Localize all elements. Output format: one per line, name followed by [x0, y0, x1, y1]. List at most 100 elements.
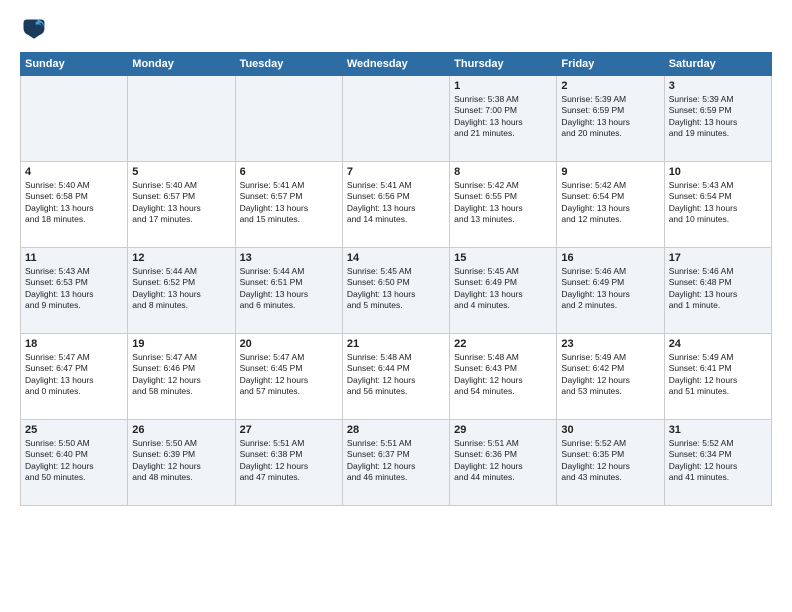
day-number: 13: [240, 252, 338, 264]
cell-info: Sunrise: 5:50 AM Sunset: 6:39 PM Dayligh…: [132, 438, 230, 484]
calendar-cell: 8Sunrise: 5:42 AM Sunset: 6:55 PM Daylig…: [450, 162, 557, 248]
week-row-2: 4Sunrise: 5:40 AM Sunset: 6:58 PM Daylig…: [21, 162, 772, 248]
calendar-cell: 26 Sunrise: 5:50 AM Sunset: 6:39 PM Dayli…: [128, 420, 235, 506]
cell-info: Sunrise: 5:39 AM Sunset: 6:59 PM Dayligh…: [669, 94, 767, 140]
header-cell-wednesday: Wednesday: [342, 53, 449, 76]
day-number: 12: [132, 252, 230, 264]
calendar-cell: 7 Sunrise: 5:41 AM Sunset: 6:56 PM Daylig…: [342, 162, 449, 248]
calendar-cell: 6 Sunrise: 5:41 AM Sunset: 6:57 PM Daylig…: [235, 162, 342, 248]
calendar-cell: 30 Sunrise: 5:52 AM Sunset: 6:35 PM Dayli…: [557, 420, 664, 506]
calendar-cell: 10 Sunrise: 5:43 AM Sunset: 6:54 PM Dayli…: [664, 162, 771, 248]
calendar-cell: 16 Sunrise: 5:46 AM Sunset: 6:49 PM Dayli…: [557, 248, 664, 334]
cell-info: Sunrise: 5:47 AM Sunset: 6:47 PM Dayligh…: [25, 352, 123, 398]
calendar-cell: 31 Sunrise: 5:52 AM Sunset: 6:34 PM Dayli…: [664, 420, 771, 506]
day-number: 30: [561, 424, 659, 436]
cell-info: Sunrise: 5:40 AM Sunset: 6:57 PM Dayligh…: [132, 180, 230, 226]
header: [20, 16, 772, 44]
calendar-cell: 27Sunrise: 5:51 AM Sunset: 6:38 PM Dayli…: [235, 420, 342, 506]
calendar-cell: 29 Sunrise: 5:51 AM Sunset: 6:36 PM Dayli…: [450, 420, 557, 506]
header-row: SundayMondayTuesdayWednesdayThursdayFrid…: [21, 53, 772, 76]
day-number: 28: [347, 424, 445, 436]
cell-info: Sunrise: 5:38 AM Sunset: 7:00 PM Dayligh…: [454, 94, 552, 140]
header-cell-tuesday: Tuesday: [235, 53, 342, 76]
calendar-cell: 19 Sunrise: 5:47 AM Sunset: 6:46 PM Dayli…: [128, 334, 235, 420]
day-number: 6: [240, 166, 338, 178]
cell-info: Sunrise: 5:41 AM Sunset: 6:57 PM Dayligh…: [240, 180, 338, 226]
calendar-cell: 20 Sunrise: 5:47 AM Sunset: 6:45 PM Dayli…: [235, 334, 342, 420]
calendar-cell: 25 Sunrise: 5:50 AM Sunset: 6:40 PM Dayli…: [21, 420, 128, 506]
header-cell-friday: Friday: [557, 53, 664, 76]
calendar-cell: [342, 76, 449, 162]
day-number: 3: [669, 80, 767, 92]
calendar-body: 1 Sunrise: 5:38 AM Sunset: 7:00 PM Daylig…: [21, 76, 772, 506]
calendar-cell: 23Sunrise: 5:49 AM Sunset: 6:42 PM Dayli…: [557, 334, 664, 420]
day-number: 9: [561, 166, 659, 178]
header-cell-sunday: Sunday: [21, 53, 128, 76]
cell-info: Sunrise: 5:52 AM Sunset: 6:34 PM Dayligh…: [669, 438, 767, 484]
cell-info: Sunrise: 5:49 AM Sunset: 6:42 PM Dayligh…: [561, 352, 659, 398]
cell-info: Sunrise: 5:46 AM Sunset: 6:49 PM Dayligh…: [561, 266, 659, 312]
cell-info: Sunrise: 5:50 AM Sunset: 6:40 PM Dayligh…: [25, 438, 123, 484]
calendar-cell: 24Sunrise: 5:49 AM Sunset: 6:41 PM Dayli…: [664, 334, 771, 420]
calendar-page: SundayMondayTuesdayWednesdayThursdayFrid…: [0, 0, 792, 612]
day-number: 25: [25, 424, 123, 436]
calendar-cell: 4Sunrise: 5:40 AM Sunset: 6:58 PM Daylig…: [21, 162, 128, 248]
day-number: 26: [132, 424, 230, 436]
calendar-cell: 11 Sunrise: 5:43 AM Sunset: 6:53 PM Dayli…: [21, 248, 128, 334]
day-number: 19: [132, 338, 230, 350]
calendar-cell: [128, 76, 235, 162]
day-number: 18: [25, 338, 123, 350]
cell-info: Sunrise: 5:41 AM Sunset: 6:56 PM Dayligh…: [347, 180, 445, 226]
day-number: 21: [347, 338, 445, 350]
calendar-cell: 3 Sunrise: 5:39 AM Sunset: 6:59 PM Daylig…: [664, 76, 771, 162]
day-number: 14: [347, 252, 445, 264]
week-row-3: 11 Sunrise: 5:43 AM Sunset: 6:53 PM Dayli…: [21, 248, 772, 334]
calendar-cell: 14Sunrise: 5:45 AM Sunset: 6:50 PM Dayli…: [342, 248, 449, 334]
calendar-cell: 9 Sunrise: 5:42 AM Sunset: 6:54 PM Daylig…: [557, 162, 664, 248]
calendar-cell: 18 Sunrise: 5:47 AM Sunset: 6:47 PM Dayli…: [21, 334, 128, 420]
day-number: 15: [454, 252, 552, 264]
day-number: 5: [132, 166, 230, 178]
calendar-cell: 5 Sunrise: 5:40 AM Sunset: 6:57 PM Daylig…: [128, 162, 235, 248]
calendar-cell: 21Sunrise: 5:48 AM Sunset: 6:44 PM Dayli…: [342, 334, 449, 420]
week-row-4: 18 Sunrise: 5:47 AM Sunset: 6:47 PM Dayli…: [21, 334, 772, 420]
day-number: 10: [669, 166, 767, 178]
cell-info: Sunrise: 5:39 AM Sunset: 6:59 PM Dayligh…: [561, 94, 659, 140]
calendar-cell: 28 Sunrise: 5:51 AM Sunset: 6:37 PM Dayli…: [342, 420, 449, 506]
week-row-1: 1 Sunrise: 5:38 AM Sunset: 7:00 PM Daylig…: [21, 76, 772, 162]
day-number: 7: [347, 166, 445, 178]
day-number: 27: [240, 424, 338, 436]
cell-info: Sunrise: 5:47 AM Sunset: 6:46 PM Dayligh…: [132, 352, 230, 398]
cell-info: Sunrise: 5:47 AM Sunset: 6:45 PM Dayligh…: [240, 352, 338, 398]
cell-info: Sunrise: 5:43 AM Sunset: 6:54 PM Dayligh…: [669, 180, 767, 226]
cell-info: Sunrise: 5:43 AM Sunset: 6:53 PM Dayligh…: [25, 266, 123, 312]
cell-info: Sunrise: 5:49 AM Sunset: 6:41 PM Dayligh…: [669, 352, 767, 398]
calendar-cell: 17Sunrise: 5:46 AM Sunset: 6:48 PM Dayli…: [664, 248, 771, 334]
calendar-cell: 15Sunrise: 5:45 AM Sunset: 6:49 PM Dayli…: [450, 248, 557, 334]
calendar-table: SundayMondayTuesdayWednesdayThursdayFrid…: [20, 52, 772, 506]
header-cell-thursday: Thursday: [450, 53, 557, 76]
calendar-cell: [235, 76, 342, 162]
logo: [20, 16, 52, 44]
calendar-header: SundayMondayTuesdayWednesdayThursdayFrid…: [21, 53, 772, 76]
day-number: 29: [454, 424, 552, 436]
day-number: 20: [240, 338, 338, 350]
header-cell-saturday: Saturday: [664, 53, 771, 76]
cell-info: Sunrise: 5:51 AM Sunset: 6:37 PM Dayligh…: [347, 438, 445, 484]
cell-info: Sunrise: 5:52 AM Sunset: 6:35 PM Dayligh…: [561, 438, 659, 484]
calendar-cell: 22Sunrise: 5:48 AM Sunset: 6:43 PM Dayli…: [450, 334, 557, 420]
week-row-5: 25 Sunrise: 5:50 AM Sunset: 6:40 PM Dayli…: [21, 420, 772, 506]
cell-info: Sunrise: 5:51 AM Sunset: 6:36 PM Dayligh…: [454, 438, 552, 484]
day-number: 16: [561, 252, 659, 264]
day-number: 31: [669, 424, 767, 436]
calendar-cell: 12Sunrise: 5:44 AM Sunset: 6:52 PM Dayli…: [128, 248, 235, 334]
day-number: 4: [25, 166, 123, 178]
cell-info: Sunrise: 5:42 AM Sunset: 6:54 PM Dayligh…: [561, 180, 659, 226]
cell-info: Sunrise: 5:44 AM Sunset: 6:51 PM Dayligh…: [240, 266, 338, 312]
calendar-cell: 2Sunrise: 5:39 AM Sunset: 6:59 PM Daylig…: [557, 76, 664, 162]
day-number: 1: [454, 80, 552, 92]
calendar-cell: 1 Sunrise: 5:38 AM Sunset: 7:00 PM Daylig…: [450, 76, 557, 162]
calendar-cell: 13 Sunrise: 5:44 AM Sunset: 6:51 PM Dayli…: [235, 248, 342, 334]
cell-info: Sunrise: 5:48 AM Sunset: 6:43 PM Dayligh…: [454, 352, 552, 398]
day-number: 11: [25, 252, 123, 264]
